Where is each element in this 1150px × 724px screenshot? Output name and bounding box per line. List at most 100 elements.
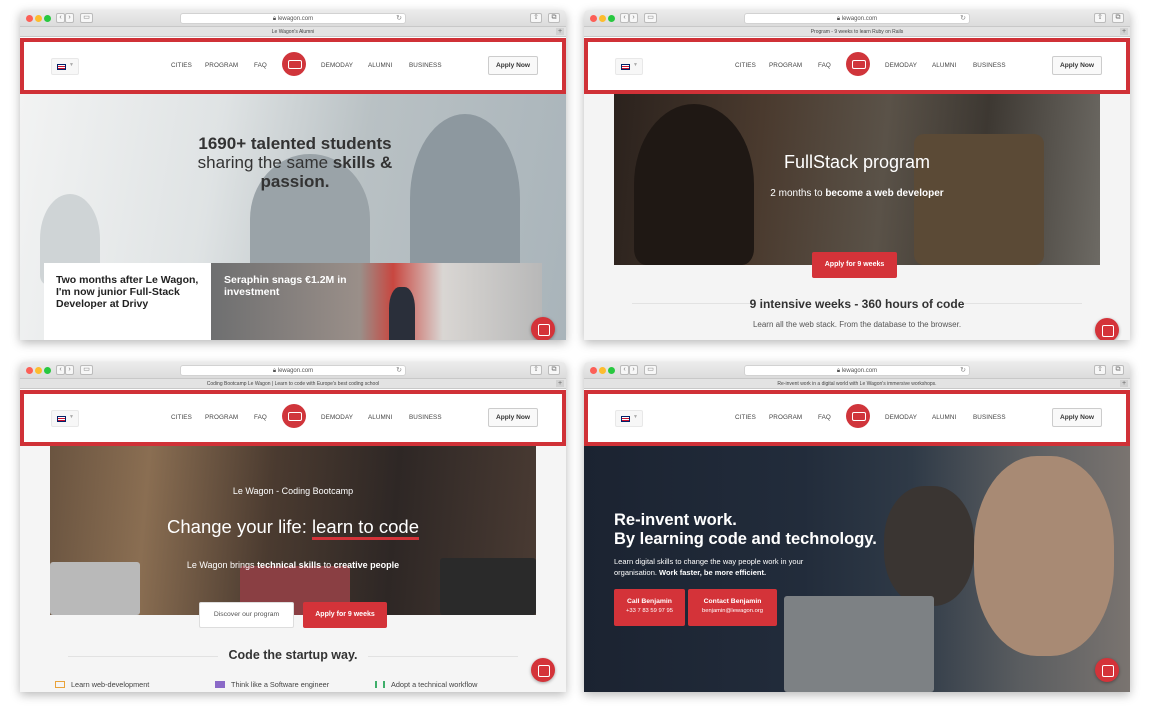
nav-link-faq[interactable]: FAQ xyxy=(818,414,831,421)
alumni-hero-title: 1690+ talented students sharing the same… xyxy=(170,134,420,191)
nav-link-faq[interactable]: FAQ xyxy=(254,62,267,69)
nav-link-alumni[interactable]: ALUMNI xyxy=(932,62,956,69)
nav-link-cities[interactable]: CITIES xyxy=(171,414,192,421)
reload-icon[interactable]: ↻ xyxy=(960,14,966,24)
button-title: Contact Benjamin xyxy=(703,598,762,605)
forward-icon[interactable]: › xyxy=(65,365,74,375)
zoom-window-button[interactable] xyxy=(44,15,51,22)
nav-link-program[interactable]: PROGRAM xyxy=(205,62,238,69)
minimize-window-button[interactable] xyxy=(599,15,606,22)
nav-link-demoday[interactable]: DEMODAY xyxy=(885,414,917,421)
share-icon[interactable]: ⇧ xyxy=(1094,13,1106,23)
share-icon[interactable]: ⇧ xyxy=(530,13,542,23)
alumni-story-card[interactable]: Two months after Le Wagon, I'm now junio… xyxy=(44,263,211,340)
nav-link-cities[interactable]: CITIES xyxy=(735,414,756,421)
tab-title[interactable]: Coding Bootcamp Le Wagon | Learn to code… xyxy=(207,381,379,387)
zoom-window-button[interactable] xyxy=(608,367,615,374)
share-icon[interactable]: ⇧ xyxy=(530,365,542,375)
alumni-story-card[interactable]: Seraphin snags €1.2M in investment xyxy=(211,263,542,340)
chat-icon[interactable] xyxy=(1095,658,1119,682)
language-selector[interactable]: ▼ xyxy=(615,410,643,427)
discover-program-button[interactable]: Discover our program xyxy=(199,602,294,628)
contact-benjamin-button[interactable]: Contact Benjamin benjamin@lewagon.org xyxy=(688,589,777,626)
new-tab-icon[interactable]: + xyxy=(1120,380,1128,387)
address-bar[interactable]: 🔒︎ lewagon.com ↻ xyxy=(180,13,406,24)
nav-link-program[interactable]: PROGRAM xyxy=(205,414,238,421)
sidebar-icon[interactable]: ▭ xyxy=(80,365,93,375)
nav-link-demoday[interactable]: DEMODAY xyxy=(321,414,353,421)
tab-title[interactable]: Re-invent work in a digital world with L… xyxy=(777,381,936,387)
sidebar-icon[interactable]: ▭ xyxy=(644,365,657,375)
tab-title[interactable]: Program - 9 weeks to learn Ruby on Rails xyxy=(811,29,904,35)
nav-link-business[interactable]: BUSINESS xyxy=(409,414,442,421)
le-wagon-logo[interactable] xyxy=(846,52,870,76)
call-benjamin-button[interactable]: Call Benjamin +33 7 83 59 97 95 xyxy=(614,589,685,626)
nav-link-alumni[interactable]: ALUMNI xyxy=(368,62,392,69)
new-tab-icon[interactable]: + xyxy=(556,28,564,35)
reload-icon[interactable]: ↻ xyxy=(960,366,966,376)
le-wagon-logo[interactable] xyxy=(282,404,306,428)
nav-link-business[interactable]: BUSINESS xyxy=(973,62,1006,69)
close-window-button[interactable] xyxy=(26,367,33,374)
le-wagon-logo[interactable] xyxy=(282,52,306,76)
minimize-window-button[interactable] xyxy=(599,367,606,374)
address-bar[interactable]: 🔒︎ lewagon.com ↻ xyxy=(744,13,970,24)
apply-now-button[interactable]: Apply Now xyxy=(488,408,538,427)
sidebar-icon[interactable]: ▭ xyxy=(80,13,93,23)
chat-icon[interactable] xyxy=(531,658,555,682)
tabs-icon[interactable]: ⧉ xyxy=(548,365,560,375)
apply-now-button[interactable]: Apply Now xyxy=(488,56,538,75)
zoom-window-button[interactable] xyxy=(44,367,51,374)
minimize-window-button[interactable] xyxy=(35,367,42,374)
nav-link-faq[interactable]: FAQ xyxy=(818,62,831,69)
close-window-button[interactable] xyxy=(590,367,597,374)
tabs-icon[interactable]: ⧉ xyxy=(1112,365,1124,375)
language-selector[interactable]: ▼ xyxy=(615,58,643,75)
forward-icon[interactable]: › xyxy=(629,13,638,23)
site-navbar-highlighted: ▼ CITIES PROGRAM FAQ DEMODAY ALUMNI BUSI… xyxy=(20,390,566,446)
new-tab-icon[interactable]: + xyxy=(556,380,564,387)
chat-icon[interactable] xyxy=(531,317,555,340)
minimize-window-button[interactable] xyxy=(35,15,42,22)
apply-9-weeks-button[interactable]: Apply for 9 weeks xyxy=(303,602,387,628)
apply-now-button[interactable]: Apply Now xyxy=(1052,56,1102,75)
le-wagon-logo[interactable] xyxy=(846,404,870,428)
nav-link-business[interactable]: BUSINESS xyxy=(973,414,1006,421)
share-icon[interactable]: ⇧ xyxy=(1094,365,1106,375)
apply-9-weeks-button[interactable]: Apply for 9 weeks xyxy=(812,252,897,278)
nav-link-alumni[interactable]: ALUMNI xyxy=(368,414,392,421)
reload-icon[interactable]: ↻ xyxy=(396,14,402,24)
back-icon[interactable]: ‹ xyxy=(620,365,629,375)
reload-icon[interactable]: ↻ xyxy=(396,366,402,376)
forward-icon[interactable]: › xyxy=(65,13,74,23)
tabs-icon[interactable]: ⧉ xyxy=(548,13,560,23)
nav-link-alumni[interactable]: ALUMNI xyxy=(932,414,956,421)
sidebar-icon[interactable]: ▭ xyxy=(644,13,657,23)
language-selector[interactable]: ▼ xyxy=(51,410,79,427)
nav-link-program[interactable]: PROGRAM xyxy=(769,414,802,421)
nav-link-faq[interactable]: FAQ xyxy=(254,414,267,421)
chat-icon[interactable] xyxy=(1095,318,1119,340)
language-selector[interactable]: ▼ xyxy=(51,58,79,75)
back-icon[interactable]: ‹ xyxy=(56,13,65,23)
tab-title[interactable]: Le Wagon's Alumni xyxy=(272,29,314,35)
apply-now-button[interactable]: Apply Now xyxy=(1052,408,1102,427)
zoom-window-button[interactable] xyxy=(608,15,615,22)
address-bar[interactable]: 🔒︎ lewagon.com ↻ xyxy=(744,365,970,376)
nav-link-demoday[interactable]: DEMODAY xyxy=(321,62,353,69)
button-email: benjamin@lewagon.org xyxy=(702,608,763,614)
address-bar[interactable]: 🔒︎ lewagon.com ↻ xyxy=(180,365,406,376)
forward-icon[interactable]: › xyxy=(629,365,638,375)
tabs-icon[interactable]: ⧉ xyxy=(1112,13,1124,23)
close-window-button[interactable] xyxy=(590,15,597,22)
back-icon[interactable]: ‹ xyxy=(620,13,629,23)
nav-link-program[interactable]: PROGRAM xyxy=(769,62,802,69)
close-window-button[interactable] xyxy=(26,15,33,22)
new-tab-icon[interactable]: + xyxy=(1120,28,1128,35)
feature-label: Learn web-development xyxy=(71,680,150,689)
nav-link-cities[interactable]: CITIES xyxy=(171,62,192,69)
nav-link-demoday[interactable]: DEMODAY xyxy=(885,62,917,69)
nav-link-cities[interactable]: CITIES xyxy=(735,62,756,69)
back-icon[interactable]: ‹ xyxy=(56,365,65,375)
nav-link-business[interactable]: BUSINESS xyxy=(409,62,442,69)
